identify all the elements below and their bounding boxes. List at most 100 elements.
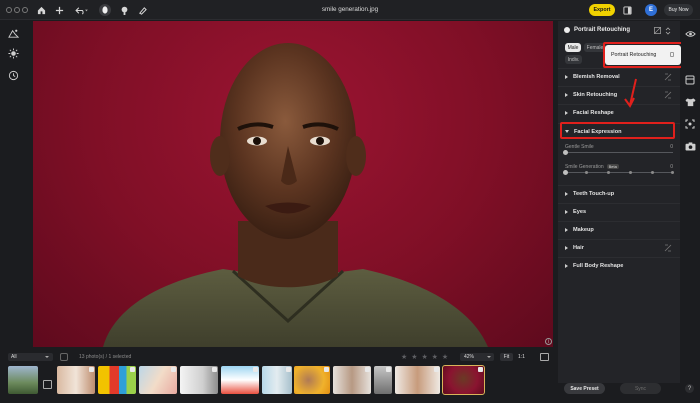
add-icon[interactable]: [54, 4, 64, 16]
chevron-down-icon: [45, 355, 49, 358]
section-eyes[interactable]: Eyes: [558, 203, 680, 219]
thumbnail-3[interactable]: [98, 366, 136, 394]
section-skin-retouching[interactable]: Skin Retouching: [558, 86, 680, 102]
chip-individual[interactable]: Indiv.: [565, 55, 582, 64]
mask-brush-icon[interactable]: [119, 4, 129, 16]
section-full-body-reshape[interactable]: Full Body Reshape: [558, 257, 680, 273]
thumbnail-10[interactable]: [374, 366, 392, 394]
panel-title: Portrait Retouching: [574, 27, 631, 33]
portrait-mode-icon[interactable]: [99, 4, 111, 16]
section-teeth-touch-up[interactable]: Teeth Touch-up: [558, 185, 680, 201]
thumbnail-12[interactable]: [442, 365, 485, 395]
slider-tick: [671, 171, 674, 174]
save-preset-button[interactable]: Save Preset: [564, 383, 605, 394]
thumbnail-1[interactable]: [8, 366, 38, 394]
edited-badge: [89, 367, 94, 372]
export-button[interactable]: Export: [589, 4, 615, 16]
beta-badge: Beta: [606, 164, 619, 169]
portrait-photo: [103, 43, 488, 347]
edited-badge: [478, 367, 483, 372]
edited-badge: [286, 367, 291, 372]
star-rating[interactable]: ★ ★ ★ ★ ★: [401, 353, 449, 361]
portrait-icon: [564, 27, 570, 33]
filmstrip-toggle-icon[interactable]: [540, 353, 549, 361]
crop-icon[interactable]: [6, 26, 20, 40]
compare-icon[interactable]: [654, 27, 661, 36]
edited-badge: [212, 367, 217, 372]
window-maximize-button[interactable]: [22, 7, 28, 13]
slider-value: 0: [670, 144, 673, 150]
one-to-one-button[interactable]: 1:1: [516, 353, 527, 361]
filter-options-icon[interactable]: [60, 353, 68, 361]
expand-arrow-icon: [565, 227, 568, 232]
slider-gentle-smile[interactable]: Gentle Smile 0: [563, 144, 673, 155]
camera-icon[interactable]: [684, 140, 696, 152]
slider-tick: [607, 171, 610, 174]
right-tool-rail: [681, 20, 700, 403]
panel-header: Portrait Retouching: [564, 27, 630, 33]
edited-badge: [434, 367, 439, 372]
thumbnail-6[interactable]: [221, 366, 259, 394]
slider-tick: [585, 171, 588, 174]
panel-toggle-icon[interactable]: [622, 4, 632, 16]
filmstrip-toolbar: All 13 photo(s) / 1 selected ★ ★ ★ ★ ★ 4…: [0, 351, 556, 363]
eraser-icon[interactable]: [137, 4, 147, 16]
shirt-icon[interactable]: [684, 96, 696, 108]
left-tool-rail: [0, 20, 26, 343]
reset-icon[interactable]: [664, 73, 672, 81]
adjust-sun-icon[interactable]: [6, 46, 20, 60]
section-makeup[interactable]: Makeup: [558, 221, 680, 237]
slider-tick: [629, 171, 632, 174]
layers-icon[interactable]: [684, 74, 696, 86]
thumbnail-11[interactable]: [395, 366, 440, 394]
thumbnail-5[interactable]: [180, 366, 218, 394]
expand-arrow-icon: [565, 263, 568, 268]
slider-value: 0: [670, 164, 673, 170]
zoom-select[interactable]: 42%: [460, 353, 494, 361]
reset-icon[interactable]: [664, 91, 672, 99]
expand-arrow-icon: [565, 74, 568, 79]
slider-smile-generation[interactable]: Smile Generation Beta 0: [563, 164, 674, 175]
adjustment-panel: Portrait Retouching Male Female Indiv. B…: [558, 21, 680, 383]
thumbnail-8[interactable]: [294, 366, 330, 394]
edited-badge: [130, 367, 135, 372]
thumbnail-9[interactable]: [333, 366, 371, 394]
highlight-facial-expression: [560, 122, 675, 139]
home-icon[interactable]: [36, 4, 46, 16]
section-blemish-removal[interactable]: Blemish Removal: [558, 68, 680, 84]
info-icon[interactable]: i: [545, 338, 552, 345]
expand-arrow-icon: [565, 209, 568, 214]
filter-select[interactable]: All: [8, 353, 53, 361]
eye-icon[interactable]: [684, 28, 696, 40]
edited-badge: [171, 367, 176, 372]
expand-arrow-icon: [565, 245, 568, 250]
fit-button[interactable]: Fit: [500, 353, 513, 361]
thumbnail-7[interactable]: [262, 366, 292, 394]
slider-track[interactable]: [563, 169, 674, 175]
window-close-button[interactable]: [6, 7, 12, 13]
section-hair[interactable]: Hair: [558, 239, 680, 255]
buy-now-button[interactable]: Buy Now: [664, 4, 693, 16]
frame-icon[interactable]: [684, 118, 696, 130]
thumbnail-4[interactable]: [139, 366, 177, 394]
edited-badge: [365, 367, 370, 372]
help-icon[interactable]: ?: [685, 384, 694, 393]
sort-icon[interactable]: [665, 27, 671, 37]
sync-button[interactable]: Sync: [620, 383, 661, 394]
section-facial-reshape[interactable]: Facial Reshape: [558, 104, 680, 120]
photo-canvas[interactable]: [33, 21, 553, 347]
window-minimize-button[interactable]: [14, 7, 20, 13]
slider-knob[interactable]: [563, 169, 568, 175]
reset-icon[interactable]: [664, 244, 672, 252]
gallery-import-icon[interactable]: [43, 380, 52, 389]
avatar[interactable]: E: [645, 4, 657, 16]
chip-male[interactable]: Male: [565, 43, 581, 52]
undo-icon[interactable]: [74, 4, 88, 16]
slider-knob[interactable]: [563, 149, 568, 155]
title-bar: smile generation.jpg Export E Buy Now: [0, 0, 700, 20]
slider-track[interactable]: [563, 149, 673, 155]
thumbnail-2[interactable]: [57, 366, 95, 394]
history-icon[interactable]: [6, 68, 20, 82]
annotation-arrow-icon: [624, 78, 637, 108]
expand-arrow-icon: [565, 191, 568, 196]
